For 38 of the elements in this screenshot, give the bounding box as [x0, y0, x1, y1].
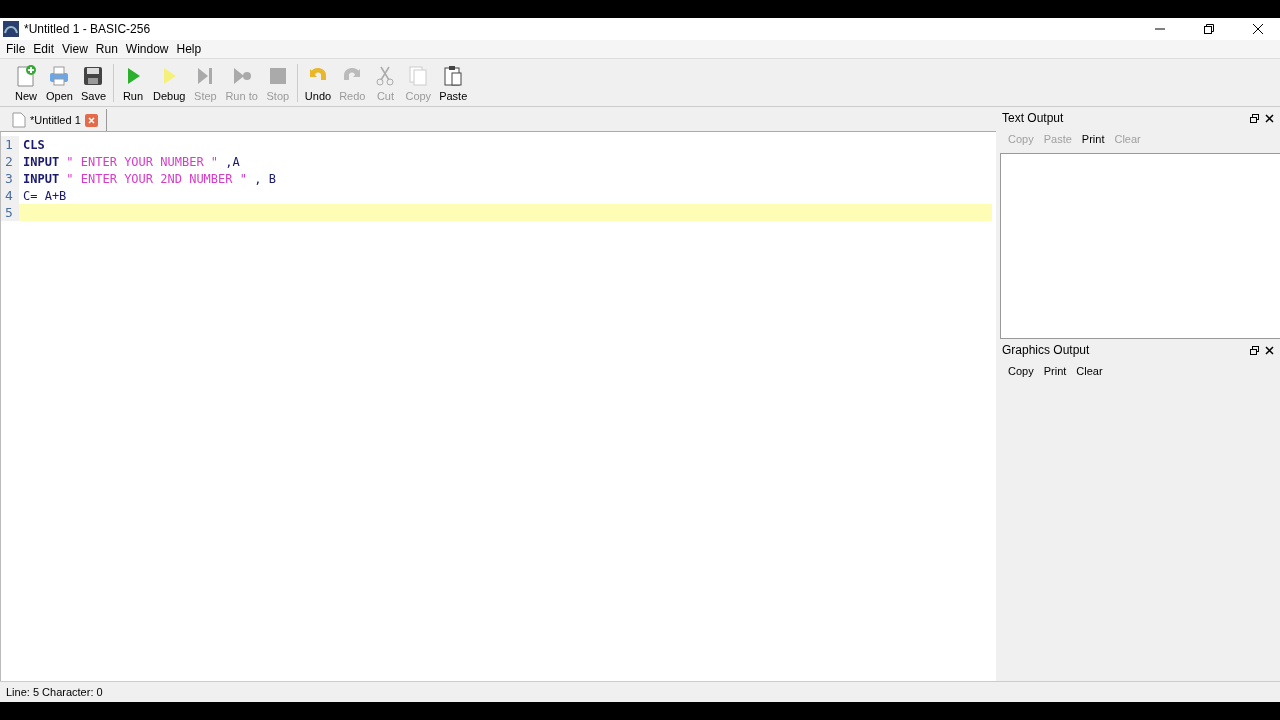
panel-action[interactable]: Print — [1039, 365, 1071, 377]
code-text: INPUT " ENTER YOUR NUMBER " ,A — [22, 154, 240, 169]
restore-icon[interactable] — [1204, 24, 1214, 34]
window-title: *Untitled 1 - BASIC-256 — [24, 22, 152, 36]
line-number: 2 — [1, 153, 19, 170]
panel-title: Text Output — [1002, 111, 1065, 125]
toolbar-button[interactable]: Save — [76, 63, 110, 102]
close-icon[interactable] — [1265, 345, 1274, 355]
menu-item[interactable]: Run — [91, 42, 122, 56]
panel-action[interactable]: Clear — [1072, 365, 1107, 377]
line-number: 4 — [1, 187, 19, 204]
line-number: 3 — [1, 170, 19, 187]
line-number: 1 — [1, 136, 19, 153]
code-text: C= A+B — [22, 188, 67, 203]
menu-item[interactable]: Edit — [29, 42, 59, 56]
code-text: INPUT " ENTER YOUR 2ND NUMBER " , B — [22, 171, 276, 186]
line-number: 5 — [1, 204, 19, 221]
menu-item[interactable]: Help — [172, 42, 206, 56]
toolbar-button[interactable]: Paste — [435, 63, 472, 102]
toolbar-button[interactable]: Open — [42, 63, 77, 102]
close-icon[interactable] — [1253, 24, 1263, 34]
panel-title: Graphics Output — [1002, 343, 1091, 357]
close-icon[interactable] — [1265, 113, 1274, 123]
new-file-icon — [14, 63, 38, 88]
app-icon — [3, 21, 19, 37]
menu-item[interactable]: File — [2, 42, 30, 56]
toolbar-button[interactable]: Undo — [300, 63, 336, 102]
panel-action[interactable]: Copy — [1004, 365, 1038, 377]
float-icon[interactable] — [1250, 113, 1259, 123]
menu-item[interactable]: Window — [121, 42, 173, 56]
document-icon — [12, 112, 26, 128]
float-icon[interactable] — [1250, 345, 1259, 355]
code-text: CLS — [22, 137, 45, 152]
toolbar-button[interactable]: New — [10, 63, 42, 102]
toolbar-button[interactable]: Run — [117, 63, 149, 102]
toolbar-button[interactable]: Debug — [149, 63, 190, 102]
panel-action[interactable]: Print — [1077, 133, 1109, 145]
menu-item[interactable]: View — [58, 42, 92, 56]
